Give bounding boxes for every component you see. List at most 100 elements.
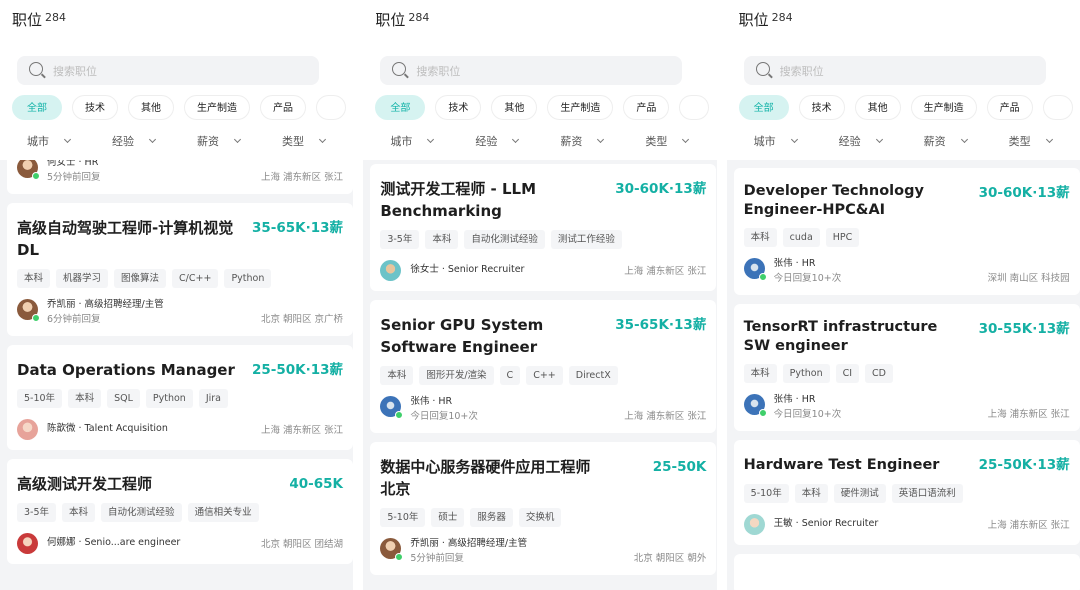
job-tag: 5-10年 [743, 484, 789, 503]
avatar [380, 396, 404, 419]
chip-tech[interactable]: 技术 [798, 95, 845, 120]
chip-manufacturing[interactable]: 生产制造 [547, 95, 614, 120]
job-card[interactable]: 测试开发工程师 - LLM Benchmarking 30-60K·13薪 3-… [370, 164, 717, 291]
chip-more[interactable] [679, 95, 710, 120]
card-header: Senior GPU System Software Engineer 35-6… [380, 314, 706, 358]
job-card[interactable]: Senior GPU System Software Engineer 35-6… [370, 300, 717, 433]
chevron-down-icon [318, 135, 327, 144]
chip-more[interactable] [316, 95, 346, 120]
job-tag: CI [835, 364, 860, 383]
filter-city[interactable]: 城市 [733, 133, 818, 149]
job-tag: 机器学习 [56, 269, 109, 288]
filter-experience[interactable]: 经验 [818, 133, 903, 149]
job-count: 284 [45, 11, 67, 24]
card-header: Data Operations Manager 25-50K·13薪 [17, 359, 343, 381]
job-tag: 本科 [68, 389, 102, 408]
filter-label: 经验 [112, 135, 134, 148]
job-list[interactable]: Developer Technology Engineer-HPC&AI 30-… [726, 160, 1080, 590]
job-card-partial[interactable] [733, 554, 1080, 590]
chip-product[interactable]: 产品 [260, 95, 306, 120]
recruiter-name: 乔凯丽 · 高级招聘经理/主管 [47, 299, 164, 310]
chip-product[interactable]: 产品 [986, 95, 1033, 120]
card-header: Developer Technology Engineer-HPC&AI 30-… [744, 182, 1070, 220]
recruiter-row: 乔凯丽 · 高级招聘经理/主管 6分钟前回复 北京 朝阳区 京广桥 [17, 298, 343, 326]
chip-product[interactable]: 产品 [623, 95, 670, 120]
job-tag: 3-5年 [17, 503, 57, 522]
filter-label: 类型 [1008, 135, 1031, 148]
job-location: 北京 朝阳区 朝外 [633, 553, 707, 564]
chip-all[interactable]: 全部 [12, 95, 62, 120]
job-title: 数据中心服务器硬件应用工程师 北京 [380, 458, 591, 498]
avatar [743, 258, 767, 281]
job-tag: 3-5年 [380, 230, 420, 249]
job-tag: 图形开发/渲染 [419, 366, 494, 385]
filter-experience[interactable]: 经验 [454, 133, 539, 149]
job-card[interactable]: Data Operations Manager 25-50K·13薪 5-10年… [7, 345, 353, 450]
chevron-down-icon [512, 135, 520, 144]
search-bar[interactable]: 搜索职位 [743, 56, 1046, 85]
job-tag: Python [224, 269, 272, 288]
job-tags: 本科 Python CI CD [743, 364, 1070, 383]
job-count: 284 [408, 11, 430, 24]
job-card[interactable]: Hardware Test Engineer 25-50K·13薪 5-10年 … [733, 440, 1080, 545]
chip-tech[interactable]: 技术 [72, 95, 118, 120]
job-card[interactable]: TensorRT infrastructure SW engineer 30-5… [733, 304, 1080, 431]
job-tag: 服务器 [470, 508, 513, 527]
job-card[interactable]: 高级测试开发工程师 40-65K 3-5年 本科 自动化测试经验 通信相关专业 … [7, 459, 353, 564]
search-bar[interactable]: 搜索职位 [380, 56, 683, 85]
job-card[interactable]: 数据中心服务器硬件应用工程师 北京 25-50K 5-10年 硕士 服务器 交换… [370, 442, 717, 575]
search-icon [755, 62, 770, 76]
job-salary: 35-65K·13薪 [251, 220, 343, 236]
job-location: 深圳 南山区 科技园 [987, 273, 1070, 284]
avatar [743, 394, 767, 417]
chip-other[interactable]: 其他 [491, 95, 538, 120]
job-tag: 本科 [794, 484, 828, 503]
chip-other[interactable]: 其他 [128, 95, 174, 120]
job-list[interactable]: 测试开发工程师 - LLM Benchmarking 30-60K·13薪 3-… [363, 160, 717, 590]
job-location: 上海 浦东新区 张江 [624, 411, 707, 422]
job-card-partial[interactable]: 何女士 · HR 5分钟前回复 上海 浦东新区 张江 [7, 160, 353, 194]
page-title: 职位 284 [12, 9, 66, 30]
title-text: 职位 [738, 11, 769, 29]
chip-all[interactable]: 全部 [375, 95, 426, 120]
filter-label: 类型 [645, 135, 668, 148]
filter-type[interactable]: 类型 [988, 133, 1073, 149]
search-bar[interactable]: 搜索职位 [17, 56, 319, 85]
job-title: TensorRT infrastructure SW engineer [743, 319, 938, 354]
filter-bar: 城市 经验 薪资 类型 [369, 133, 716, 149]
online-dot [32, 314, 40, 322]
job-title: 高级自动驾驶工程师-计算机视觉DL [17, 219, 234, 259]
card-header: 高级测试开发工程师 40-65K [17, 473, 343, 495]
screen-3: 职位284 搜索职位 全部 技术 其他 生产制造 产品 城市 经验 薪资 类型 [726, 0, 1080, 590]
job-list[interactable]: 何女士 · HR 5分钟前回复 上海 浦东新区 张江 高级自动驾驶工程师-计算机… [0, 160, 354, 590]
job-tags: 5-10年 本科 硬件测试 英语口语流利 [743, 484, 1070, 503]
chip-tech[interactable]: 技术 [435, 95, 482, 120]
job-location: 上海 浦东新区 张江 [987, 520, 1070, 531]
avatar [17, 533, 38, 554]
recruiter-name: 何女士 · HR [47, 160, 99, 168]
job-card[interactable]: 高级自动驾驶工程师-计算机视觉DL 35-65K·13薪 本科 机器学习 图像算… [7, 203, 353, 336]
chip-manufacturing[interactable]: 生产制造 [184, 95, 250, 120]
chip-all[interactable]: 全部 [738, 95, 789, 120]
job-tag: C [499, 366, 521, 385]
filter-city[interactable]: 城市 [369, 133, 454, 149]
card-header: TensorRT infrastructure SW engineer 30-5… [744, 318, 1070, 356]
filter-bar: 城市 经验 薪资 类型 [6, 133, 353, 149]
chip-other[interactable]: 其他 [854, 95, 901, 120]
job-tag: SQL [107, 389, 140, 408]
job-tag: 自动化测试经验 [101, 503, 182, 522]
filter-salary[interactable]: 薪资 [539, 133, 624, 149]
filter-experience[interactable]: 经验 [91, 133, 176, 149]
filter-type[interactable]: 类型 [624, 133, 709, 149]
screen-header: 职位 284 搜索职位 全部 技术 其他 生产制造 产品 城市 经验 薪资 类型 [726, 0, 1080, 160]
filter-type[interactable]: 类型 [261, 133, 346, 149]
filter-salary[interactable]: 薪资 [903, 133, 988, 149]
job-tag: HPC [825, 228, 860, 247]
job-card[interactable]: Developer Technology Engineer-HPC&AI 30-… [733, 168, 1080, 295]
job-tags: 3-5年 本科 自动化测试经验 通信相关专业 [17, 503, 343, 522]
recruiter-name: 张伟 · HR [773, 258, 816, 269]
filter-city[interactable]: 城市 [6, 133, 91, 149]
filter-salary[interactable]: 薪资 [176, 133, 261, 149]
chip-more[interactable] [1042, 95, 1073, 120]
chip-manufacturing[interactable]: 生产制造 [910, 95, 977, 120]
